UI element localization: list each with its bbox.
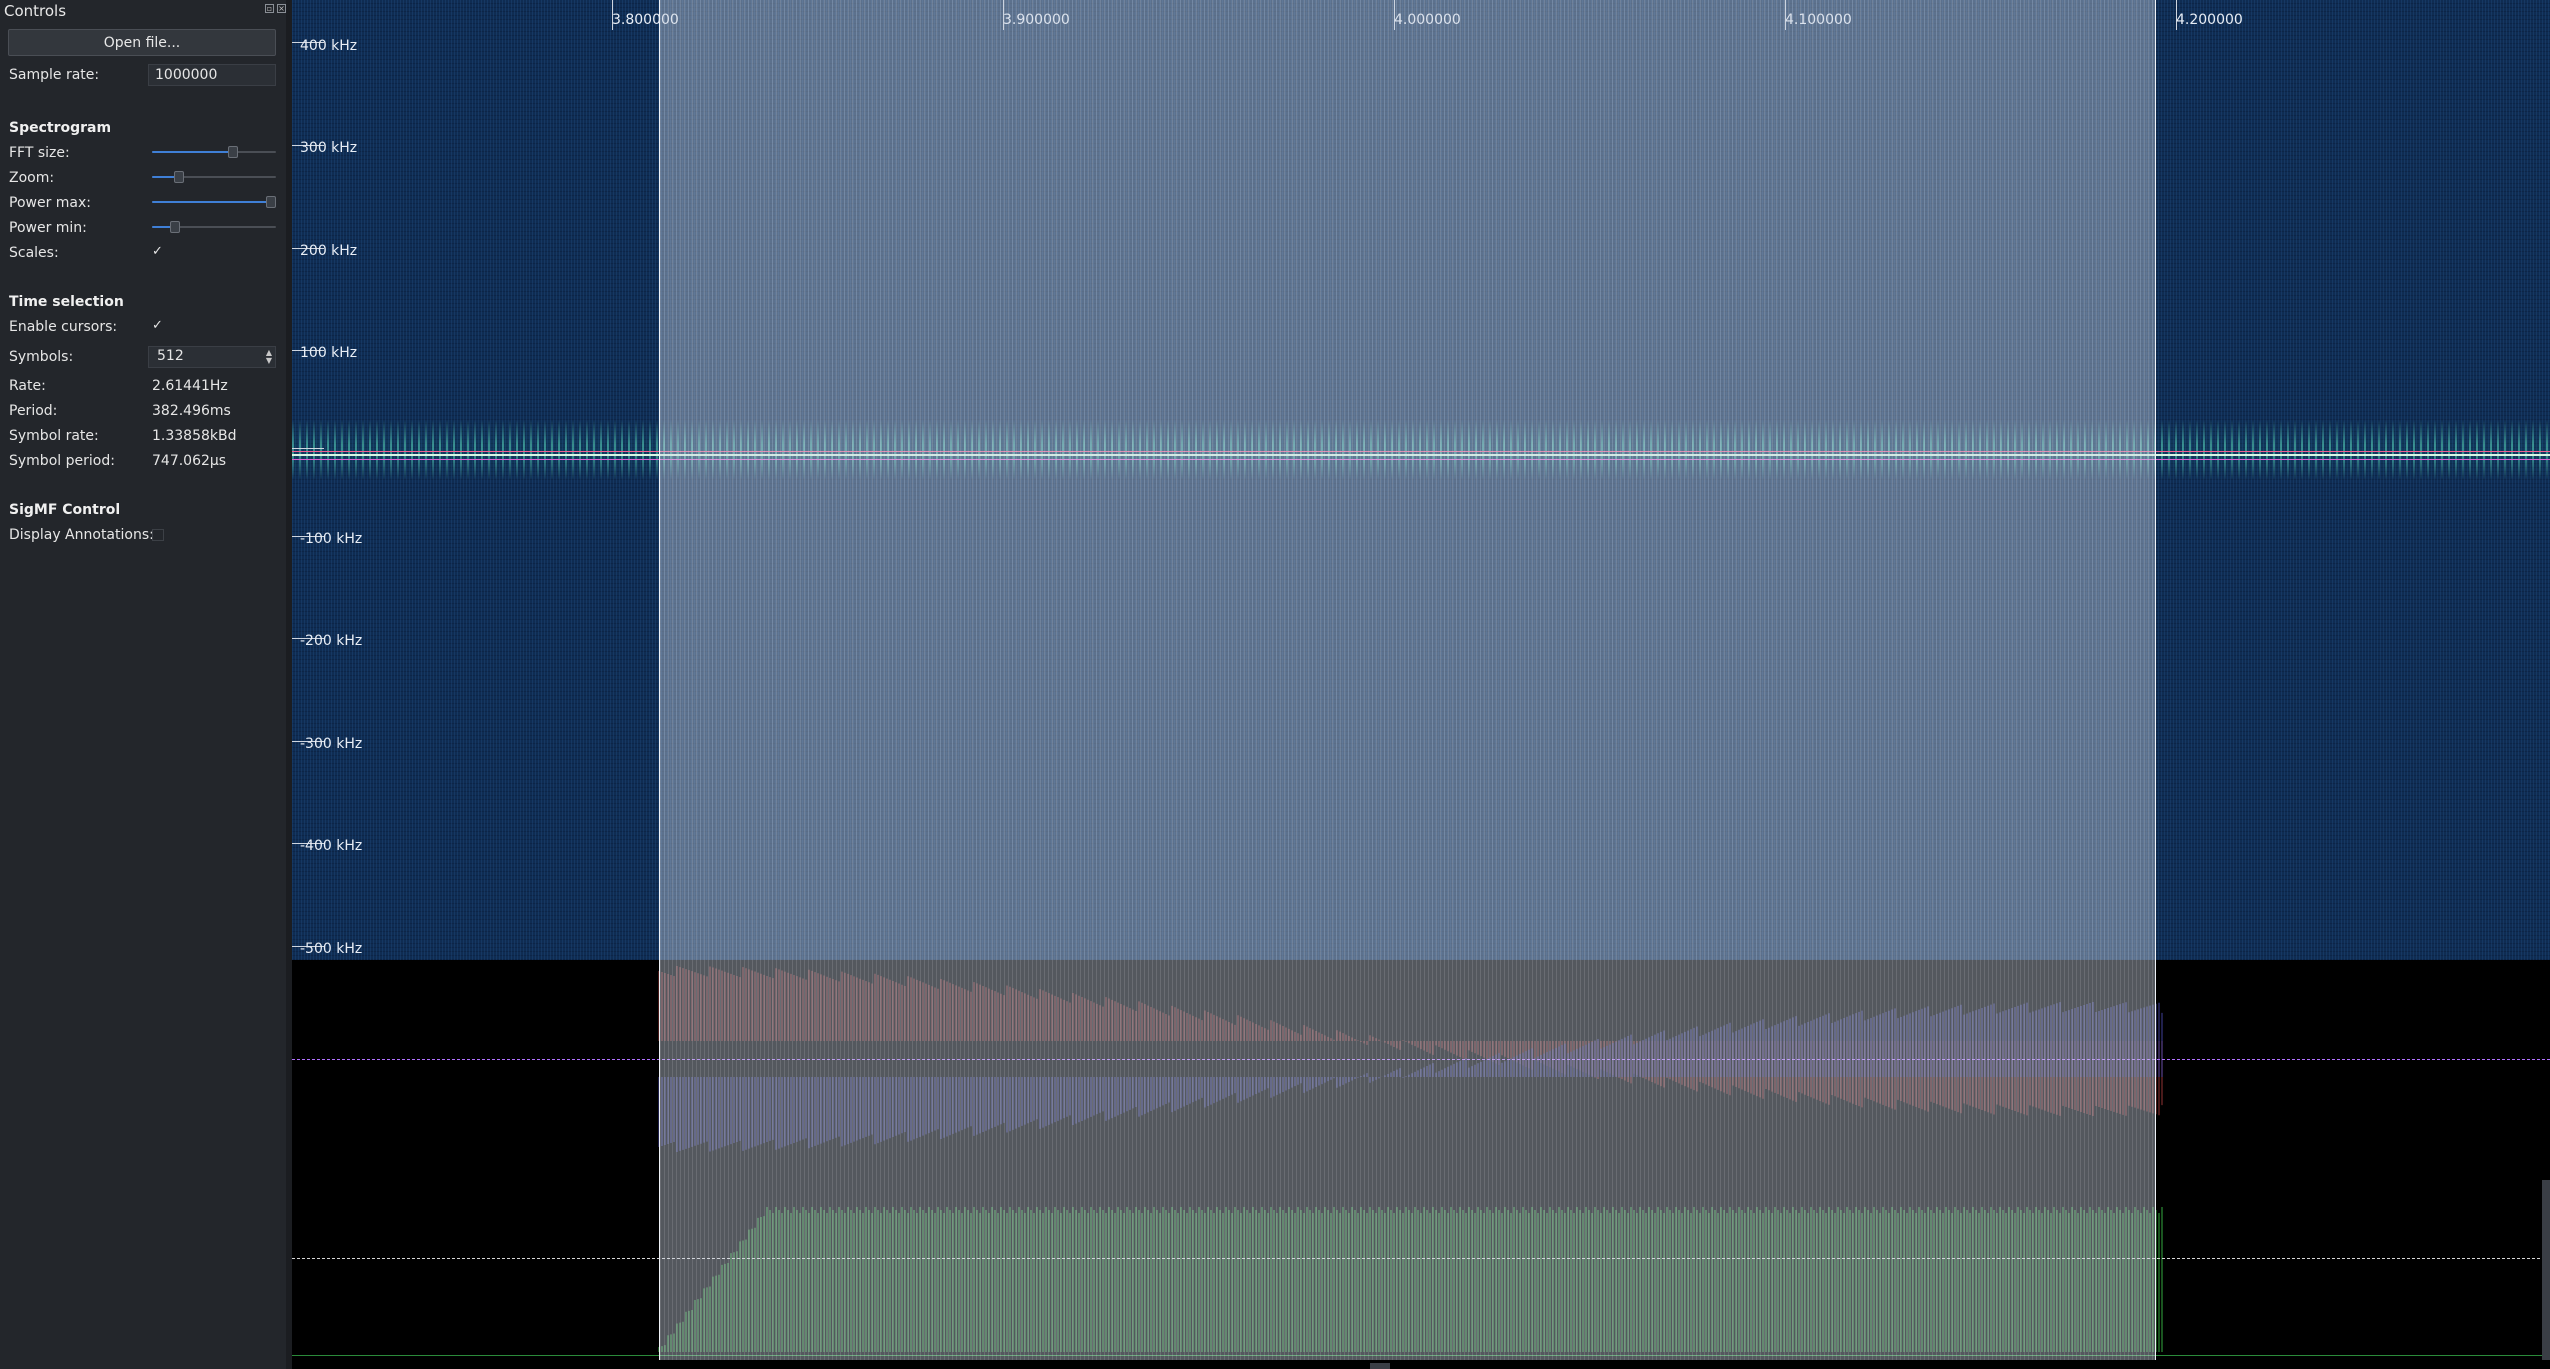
symbol-period-value: 747.062µs (152, 453, 227, 469)
rate-value: 2.61441Hz (152, 378, 228, 394)
scales-label: Scales: (9, 245, 59, 261)
spectrogram-view[interactable]: 3.800000 3.900000 4.000000 4.100000 4.20… (292, 0, 2550, 960)
panel-window-buttons: ▫ × (265, 4, 286, 13)
symbols-spinbox[interactable]: 512 ▲ ▼ (148, 346, 276, 368)
panel-title: Controls (4, 2, 67, 20)
horizontal-scroll-handle[interactable] (1370, 1363, 1390, 1369)
frequency-label: -400 kHz (300, 838, 363, 854)
time-selection-heading: Time selection (9, 294, 124, 310)
time-label: 3.900000 (1003, 12, 1070, 28)
time-label: 4.100000 (1785, 12, 1852, 28)
fft-size-label: FFT size: (9, 145, 70, 161)
sigmf-heading: SigMF Control (9, 502, 121, 518)
symbols-value: 512 (157, 348, 184, 364)
center-marker-line (292, 454, 2550, 456)
enable-cursors-checkbox[interactable]: ✓ (152, 318, 163, 333)
center-marker-line (292, 451, 2550, 452)
scales-checkbox[interactable]: ✓ (152, 244, 163, 259)
spin-arrows-icon[interactable]: ▲ ▼ (266, 349, 272, 365)
vertical-scrollbar[interactable] (2542, 1180, 2550, 1360)
fft-size-slider[interactable] (152, 146, 276, 158)
symbol-rate-value: 1.33858kBd (152, 428, 237, 444)
power-min-slider[interactable] (152, 221, 276, 233)
time-ruler (292, 0, 2550, 30)
frequency-label: 300 kHz (300, 140, 358, 156)
slider-handle[interactable] (174, 171, 184, 183)
frequency-label: 400 kHz (300, 38, 358, 54)
symbol-period-label: Symbol period: (9, 453, 115, 469)
spectrogram-heading: Spectrogram (9, 120, 112, 136)
display-annotations-checkbox[interactable] (152, 529, 164, 541)
controls-panel: Controls ▫ × Open file... Sample rate: 1… (0, 0, 292, 1369)
display-annotations-label: Display Annotations: (9, 527, 154, 543)
iq-zero-line (292, 1059, 2550, 1060)
zoom-slider[interactable] (152, 171, 276, 183)
slider-handle[interactable] (228, 146, 238, 158)
period-value: 382.496ms (152, 403, 231, 419)
period-label: Period: (9, 403, 58, 419)
signal-band (292, 420, 2550, 480)
zoom-label: Zoom: (9, 170, 55, 186)
open-file-button[interactable]: Open file... (8, 29, 276, 56)
power-min-label: Power min: (9, 220, 87, 236)
sample-rate-label: Sample rate: (9, 67, 100, 83)
close-icon[interactable]: × (277, 4, 286, 13)
frequency-label: -500 kHz (300, 941, 363, 957)
amplitude-threshold-line (292, 1258, 2550, 1259)
frequency-label: -100 kHz (300, 531, 363, 547)
frequency-label: 200 kHz (300, 243, 358, 259)
time-label: 3.800000 (612, 12, 679, 28)
frequency-label: 100 kHz (300, 345, 358, 361)
time-label: 4.000000 (1394, 12, 1461, 28)
frequency-ruler (292, 0, 300, 960)
frequency-label: -200 kHz (300, 633, 363, 649)
rate-label: Rate: (9, 378, 46, 394)
symbol-rate-label: Symbol rate: (9, 428, 99, 444)
sample-rate-input[interactable]: 1000000 (148, 64, 276, 86)
symbols-label: Symbols: (9, 349, 74, 365)
power-max-label: Power max: (9, 195, 91, 211)
trace-plots[interactable] (292, 960, 2550, 1360)
slider-handle[interactable] (170, 221, 180, 233)
center-marker-line (292, 459, 2550, 460)
slider-handle[interactable] (266, 196, 276, 208)
time-label: 4.200000 (2176, 12, 2243, 28)
iq-trace-plot (658, 966, 2163, 1352)
amplitude-baseline (292, 1355, 2550, 1356)
power-max-slider[interactable] (152, 196, 276, 208)
enable-cursors-label: Enable cursors: (9, 319, 118, 335)
float-icon[interactable]: ▫ (265, 4, 274, 13)
frequency-label: -300 kHz (300, 736, 363, 752)
